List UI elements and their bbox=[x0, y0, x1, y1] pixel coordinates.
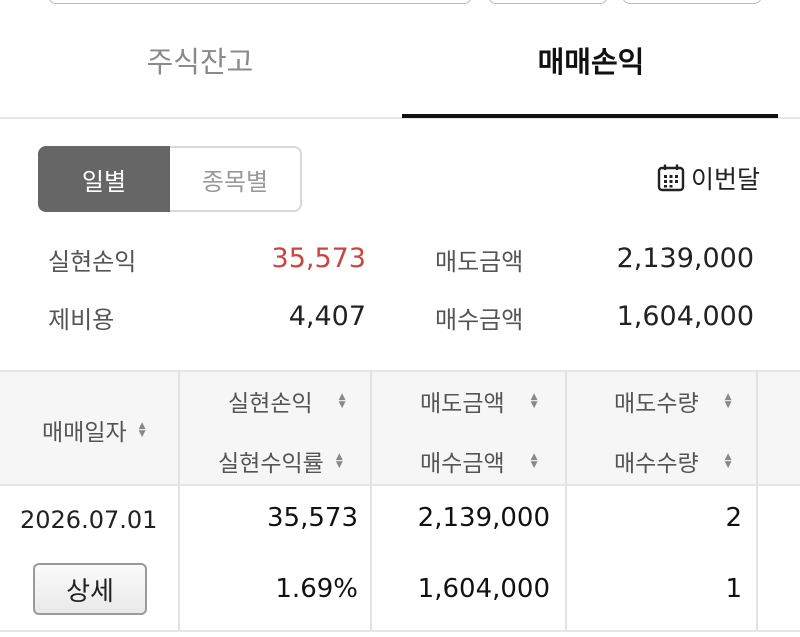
tab-trading-pl[interactable]: 매매손익 bbox=[402, 28, 780, 118]
segment-daily[interactable]: 일별 bbox=[38, 146, 170, 212]
detail-button[interactable]: 상세 bbox=[33, 563, 147, 615]
summary-realized-pl-value: 35,573 bbox=[271, 243, 366, 274]
table-bottom-border bbox=[0, 630, 800, 632]
row-realized-rate: 1.69% bbox=[275, 574, 358, 604]
summary-sell-amount-label: 매도금액 bbox=[435, 248, 524, 276]
header-realized-pl-label: 실현손익 bbox=[228, 391, 313, 417]
sort-icon: ▲ ▼ bbox=[530, 452, 538, 470]
header-trade-date[interactable]: 매매일자 ▲ ▼ bbox=[42, 413, 146, 447]
sort-icon: ▲ ▼ bbox=[138, 421, 146, 439]
period-label: 이번달 bbox=[691, 165, 761, 194]
account-select[interactable] bbox=[48, 0, 472, 4]
column-divider bbox=[756, 370, 758, 632]
row-trade-date: 2026.07.01 bbox=[20, 506, 158, 534]
tab-stock-balance[interactable]: 주식잔고 bbox=[0, 28, 400, 118]
column-divider bbox=[565, 370, 567, 632]
main-tabs: 주식잔고 매매손익 bbox=[0, 28, 800, 118]
filter-select[interactable] bbox=[488, 0, 608, 4]
summary-fees-value: 4,407 bbox=[288, 301, 366, 332]
summary-fees-label: 제비용 bbox=[48, 306, 115, 334]
row-realized-pl: 35,573 bbox=[267, 503, 358, 533]
sort-icon: ▲ ▼ bbox=[530, 392, 538, 410]
segment-by-stock[interactable]: 종목별 bbox=[170, 146, 302, 212]
row-buy-amount: 1,604,000 bbox=[417, 574, 550, 604]
header-sell-amount[interactable]: 매도금액 ▲ ▼ bbox=[420, 384, 538, 418]
summary-realized-pl-label: 실현손익 bbox=[48, 248, 137, 276]
row-sell-amount: 2,139,000 bbox=[417, 503, 550, 533]
header-realized-pl[interactable]: 실현손익 ▲ ▼ bbox=[228, 384, 346, 418]
header-realized-rate[interactable]: 실현수익률 ▲ ▼ bbox=[218, 444, 343, 478]
column-divider bbox=[178, 370, 180, 632]
header-sell-amount-label: 매도금액 bbox=[420, 391, 505, 417]
search-button[interactable] bbox=[622, 0, 762, 4]
sort-icon: ▲ ▼ bbox=[338, 392, 346, 410]
calendar-icon bbox=[657, 164, 685, 192]
header-buy-qty-label: 매수수량 bbox=[614, 451, 699, 477]
header-buy-amount-label: 매수금액 bbox=[420, 451, 505, 477]
header-trade-date-label: 매매일자 bbox=[42, 420, 127, 446]
sort-icon: ▲ ▼ bbox=[724, 452, 732, 470]
header-buy-qty[interactable]: 매수수량 ▲ ▼ bbox=[614, 444, 732, 478]
active-tab-indicator bbox=[402, 114, 778, 118]
header-sell-qty[interactable]: 매도수량 ▲ ▼ bbox=[614, 384, 732, 418]
sort-icon: ▲ ▼ bbox=[335, 452, 343, 470]
row-buy-qty: 1 bbox=[725, 574, 742, 604]
header-realized-rate-label: 실현수익률 bbox=[218, 451, 324, 477]
column-divider bbox=[370, 370, 372, 632]
summary-buy-amount-value: 1,604,000 bbox=[616, 301, 754, 332]
summary-sell-amount-value: 2,139,000 bbox=[616, 243, 754, 274]
header-buy-amount[interactable]: 매수금액 ▲ ▼ bbox=[420, 444, 538, 478]
header-sell-qty-label: 매도수량 bbox=[614, 391, 699, 417]
sort-icon: ▲ ▼ bbox=[724, 392, 732, 410]
period-type-segment: 일별 종목별 bbox=[38, 146, 302, 212]
summary-buy-amount-label: 매수금액 bbox=[435, 306, 524, 334]
row-sell-qty: 2 bbox=[725, 503, 742, 533]
period-selector[interactable]: 이번달 bbox=[657, 160, 760, 196]
